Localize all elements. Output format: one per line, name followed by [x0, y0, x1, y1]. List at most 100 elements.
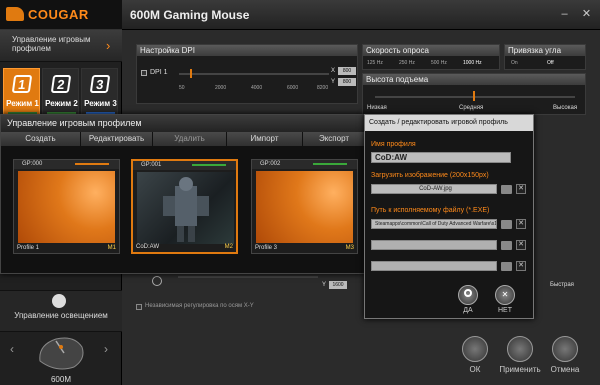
exe-3-clear-button[interactable]: ✕ [516, 261, 526, 271]
dpi-x-label: X [331, 68, 336, 74]
lift-low-label: Низкая [367, 105, 387, 111]
dpi-tick: 6000 [287, 85, 299, 91]
cougar-logo-icon [6, 7, 24, 21]
exe-2-clear-button[interactable]: ✕ [516, 240, 526, 250]
exe-path-input-3[interactable] [371, 261, 497, 271]
exe-3-folder-icon[interactable] [501, 262, 512, 271]
dpi-title: Настройка DPI [137, 45, 357, 56]
edit-dialog-title: Создать / редактировать игровой профиль [365, 115, 533, 131]
no-button[interactable]: ✕ [495, 285, 515, 305]
profile-card-1[interactable]: GP:000 Profile 1 M1 [13, 159, 120, 254]
close-icon: ✕ [501, 290, 509, 299]
profile-card-2[interactable]: GP:001 CoD:AW M2 [131, 159, 238, 254]
yes-button[interactable] [458, 285, 478, 305]
angle-off-radio[interactable]: Off [547, 60, 554, 66]
dpi-y-value[interactable]: 800 [338, 78, 356, 86]
lift-height-section: Высота подъема Низкая Средняя Высокая [362, 73, 586, 115]
dpi-tick: 2000 [215, 85, 227, 91]
lift-slider-handle[interactable] [473, 91, 475, 101]
poll-250-radio[interactable]: 250 Hz [399, 60, 415, 66]
angle-snap-title: Привязка угла [505, 45, 585, 56]
independent-xy-label: Независимая регулировка по осям X-Y [145, 303, 254, 309]
lower-y-value[interactable]: 1600 [329, 281, 347, 289]
image-path-input[interactable]: CoD-AW.jpg [371, 184, 497, 194]
profile-card-image [137, 172, 234, 244]
yes-icon [464, 289, 472, 297]
dpi-y-label: Y [331, 79, 336, 85]
angle-on-radio[interactable]: On [511, 60, 518, 66]
profile-manager-title: Управление игровым профилем [1, 115, 366, 132]
tab-export[interactable]: Экспорт [303, 132, 366, 146]
lighting-nav[interactable]: Управление освещением [0, 290, 122, 332]
tab-edit[interactable]: Редактировать [81, 132, 153, 146]
dpi-tick: 8200 [317, 85, 329, 91]
image-clear-button[interactable]: ✕ [516, 184, 526, 194]
dpi-1-checkbox[interactable] [141, 70, 147, 76]
profile-name-label: Имя профиля [371, 141, 416, 148]
exe-path-input-2[interactable] [371, 240, 497, 250]
exe-path-input-1[interactable]: Steamapps\common\Call of Duty Advanced W… [371, 219, 497, 229]
dpi-x-value[interactable]: 800 [338, 67, 356, 75]
dpi-ticks: 50 2000 4000 6000 8200 [179, 85, 329, 93]
dpi-1-label: DPI 1 [150, 69, 168, 76]
profile-card-3[interactable]: GP:002 Profile 3 M3 [251, 159, 358, 254]
polling-rate-title: Скорость опроса [363, 45, 499, 56]
poll-125-radio[interactable]: 125 Hz [367, 60, 383, 66]
sensitivity-slider[interactable] [178, 276, 318, 278]
mode-2-number: 2 [50, 75, 72, 93]
tab-import[interactable]: Импорт [227, 132, 303, 146]
chevron-right-icon: › [106, 38, 111, 53]
lift-high-label: Высокая [553, 105, 578, 111]
logo-bar: COUGAR [0, 0, 122, 30]
profile-card-color-bar [313, 163, 347, 165]
profile-name-input[interactable]: CoD:AW [371, 152, 511, 163]
title-bar: 600M Gaming Mouse – ✕ [122, 0, 600, 30]
app-title: 600M Gaming Mouse [130, 8, 250, 22]
profile-card-image [18, 171, 115, 243]
independent-xy-checkbox[interactable] [136, 304, 142, 310]
profile-manager-panel: Управление игровым профилем Создать Реда… [0, 114, 366, 274]
profile-manager-nav[interactable]: Управление игровым профилем › [0, 30, 122, 62]
tab-create[interactable]: Создать [1, 132, 81, 146]
model-label: 600M [50, 375, 71, 384]
lower-y-label: Y [322, 282, 327, 288]
fast-label: Быстрая [550, 282, 574, 288]
exe-1-clear-button[interactable]: ✕ [516, 219, 526, 229]
crosshair-icon [152, 276, 162, 286]
exe-2-folder-icon[interactable] [501, 241, 512, 250]
mode-3-number: 3 [89, 75, 111, 93]
image-folder-icon[interactable] [501, 185, 512, 194]
exe-path-label: Путь к исполняемому файлу (*.EXE) [371, 207, 490, 214]
close-window-button[interactable]: ✕ [580, 8, 593, 21]
poll-500-radio[interactable]: 500 Hz [431, 60, 447, 66]
minimize-button[interactable]: – [558, 8, 571, 21]
lift-slider[interactable] [375, 96, 575, 98]
mode-1-label: Режим 1 [6, 99, 39, 108]
bulb-icon [52, 294, 66, 308]
cancel-label: Отмена [550, 365, 580, 374]
polling-rate-section: Скорость опроса 125 Hz 250 Hz 500 Hz 100… [362, 44, 500, 70]
profile-card-name: CoD:AW [136, 244, 160, 250]
cancel-button[interactable] [552, 336, 578, 362]
ok-button[interactable] [462, 336, 488, 362]
profile-card-name: Profile 3 [255, 245, 278, 251]
prev-device-button[interactable]: ‹ [10, 342, 14, 356]
profile-card-mode: M1 [107, 245, 116, 251]
next-device-button[interactable]: › [104, 342, 108, 356]
profile-card-color-bar [192, 164, 226, 166]
exe-1-folder-icon[interactable] [501, 220, 512, 229]
profile-card-mode: M3 [345, 245, 354, 251]
poll-1000-radio[interactable]: 1000 Hz [463, 60, 482, 66]
dpi-tick: 50 [179, 85, 185, 91]
profile-card-mode: M2 [224, 244, 233, 250]
apply-button[interactable] [507, 336, 533, 362]
dpi-slider-handle[interactable] [190, 69, 192, 78]
dpi-slider[interactable] [179, 73, 329, 75]
mode-1-number: 1 [11, 75, 33, 93]
profile-manager-label: Управление игровым профилем [12, 35, 91, 53]
brand-name: COUGAR [28, 7, 89, 22]
tab-delete[interactable]: Удалить [153, 132, 227, 146]
angle-snap-section: Привязка угла On Off [504, 44, 586, 70]
edit-profile-dialog: Создать / редактировать игровой профиль … [364, 114, 534, 319]
lift-mid-label: Средняя [459, 105, 484, 111]
